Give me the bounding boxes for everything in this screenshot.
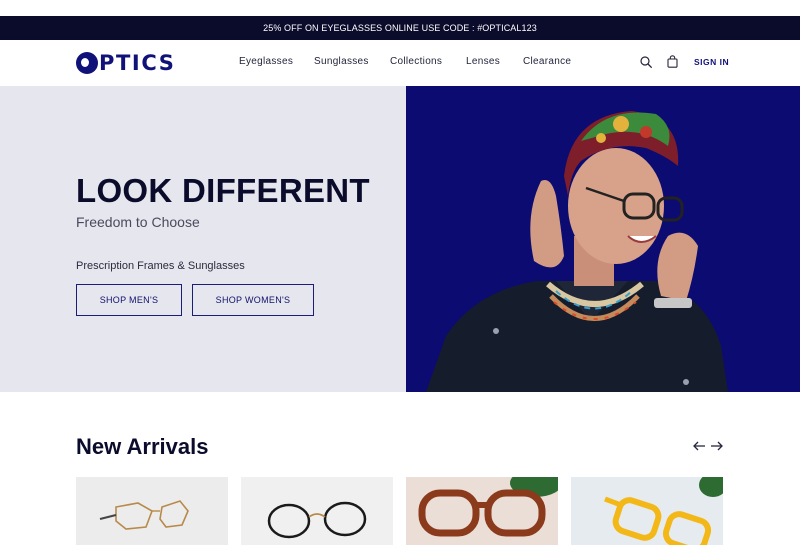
yellow-glasses-image [604, 477, 723, 545]
hero-image [406, 86, 800, 392]
product-card[interactable] [571, 477, 723, 545]
product-card[interactable] [406, 477, 558, 545]
logo-text: PTICS [99, 51, 176, 75]
arrow-right-icon[interactable] [710, 440, 724, 452]
gold-frame-glasses-image [99, 500, 189, 530]
new-arrivals-title: New Arrivals [76, 434, 209, 459]
product-card[interactable] [76, 477, 228, 545]
hero-text-panel [0, 86, 406, 392]
shop-womens-button[interactable]: SHOP WOMEN'S [192, 284, 314, 316]
sign-in-link[interactable]: SIGN IN [694, 57, 729, 67]
nav-collections[interactable]: Collections [390, 56, 442, 67]
hero-title: LOOK DIFFERENT [76, 172, 370, 209]
arrow-left-icon[interactable] [692, 440, 706, 452]
hero-subtitle: Freedom to Choose [76, 214, 200, 230]
top-spacer [0, 0, 800, 16]
shop-mens-button[interactable]: SHOP MEN'S [76, 284, 182, 316]
nav-lenses[interactable]: Lenses [466, 56, 500, 67]
logo-o-icon [76, 52, 98, 74]
hero-tagline: Prescription Frames & Sunglasses [76, 260, 245, 272]
logo[interactable]: PTICS [76, 51, 175, 75]
black-round-glasses-image [267, 501, 367, 539]
search-icon[interactable] [640, 56, 652, 68]
hero-model-illustration [426, 111, 728, 392]
main-header: PTICS Eyeglasses Sunglasses Collections … [0, 40, 800, 86]
nav-clearance[interactable]: Clearance [523, 56, 571, 67]
nav-sunglasses[interactable]: Sunglasses [314, 56, 369, 67]
product-card[interactable] [241, 477, 393, 545]
promo-text: 25% OFF ON EYEGLASSES ONLINE USE CODE : … [263, 23, 537, 33]
nav-eyeglasses[interactable]: Eyeglasses [239, 56, 293, 67]
tortoise-glasses-image [418, 477, 558, 537]
cart-icon[interactable] [667, 55, 678, 68]
promo-banner: 25% OFF ON EYEGLASSES ONLINE USE CODE : … [0, 16, 800, 40]
